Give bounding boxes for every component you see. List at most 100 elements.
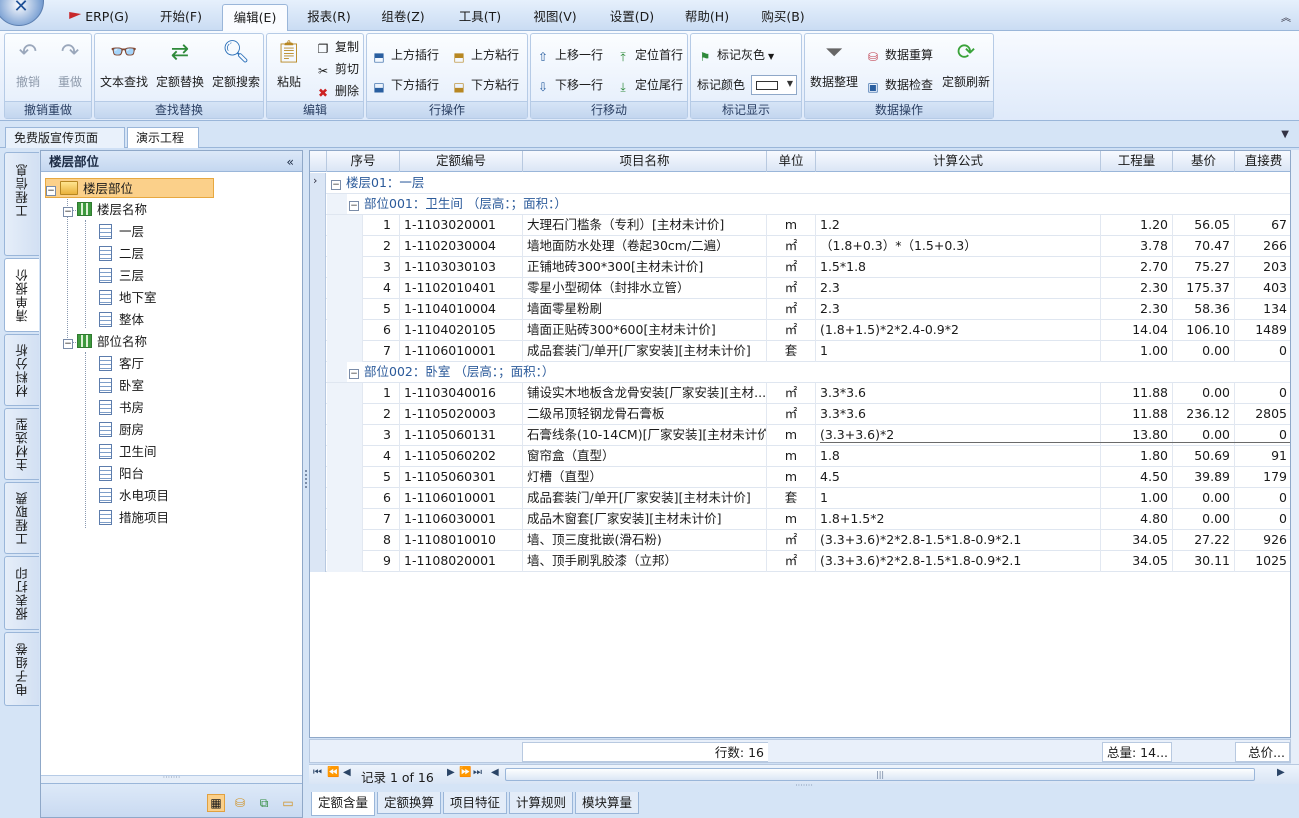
cell-formula[interactable]: 1.8+1.5*2	[816, 509, 1101, 530]
side-tab-bill-quote[interactable]: 清单报价	[4, 258, 39, 332]
tree-part-item[interactable]: 水电项目	[99, 486, 169, 506]
paste-button[interactable]: 📋︎ 粘贴	[271, 37, 307, 90]
tree-floor-item[interactable]: 三层	[99, 266, 144, 286]
collapse-node-icon[interactable]: −	[63, 339, 73, 349]
cell-formula[interactable]: (3.3+3.6)*2	[816, 425, 1101, 446]
side-tab-project-info[interactable]: 工程信息	[4, 152, 39, 256]
side-tab-main-material[interactable]: 主材选型	[4, 408, 39, 480]
insert-above-button[interactable]: ⬒ 上方插行	[371, 45, 439, 65]
menu-settings[interactable]: 设置(D)	[599, 6, 665, 28]
collapse-node-icon[interactable]: −	[63, 207, 73, 217]
cell-formula[interactable]: 1	[816, 488, 1101, 509]
tree-floor-item[interactable]: 地下室	[99, 288, 157, 308]
side-tab-fees[interactable]: 工程取费	[4, 482, 39, 554]
redo-button[interactable]: ↷ 重做	[51, 37, 89, 90]
part-group-label[interactable]: − 部位002：卧室 （层高：；面积：）	[349, 362, 554, 383]
horizontal-scrollbar[interactable]: |||	[505, 768, 1255, 781]
tree-floor-item[interactable]: 一层	[99, 222, 144, 242]
tab-promo-page[interactable]: 免费版宣传页面	[5, 127, 125, 148]
header-qty[interactable]: 工程量	[1101, 151, 1173, 172]
cell-formula[interactable]: 2.3	[816, 278, 1101, 299]
data-organize-button[interactable]: ⏷ 数据整理	[807, 37, 861, 90]
header-name[interactable]: 项目名称	[523, 151, 767, 172]
table-row[interactable]: 9 1-1108020001 墙、顶手刷乳胶漆（立邦）㎡ (3.3+3.6)*2*2.…	[310, 551, 1290, 572]
table-row[interactable]: 4 1-1102010401 零星小型砌体（封排水立管）㎡ 2.3 2.30 175.37…	[310, 278, 1290, 299]
table-row[interactable]: 6 1-1104020105 墙面正贴砖300*600[主材未计价] ㎡ (1.8+1.…	[310, 320, 1290, 341]
quota-refresh-button[interactable]: ⟳ 定额刷新	[939, 37, 993, 90]
view-grid-icon[interactable]: ▦	[207, 794, 225, 812]
table-row[interactable]: 4 1-1105060202 窗帘盒（直型） m 1.8 1.80 50.69 91	[310, 446, 1290, 467]
header-unit[interactable]: 单位	[767, 151, 816, 172]
menu-report[interactable]: 报表(R)	[296, 6, 362, 28]
tree-root[interactable]: − 楼层部位	[45, 178, 215, 198]
tree-part-item[interactable]: 客厅	[99, 354, 144, 374]
cell-formula[interactable]: 1.2	[816, 215, 1101, 236]
header-price[interactable]: 基价	[1173, 151, 1235, 172]
table-row[interactable]: 8 1-1108010010 墙、顶三度批嵌(滑石粉) ㎡ (3.3+3.6)*2*2.…	[310, 530, 1290, 551]
menu-view[interactable]: 视图(V)	[522, 6, 588, 28]
header-formula[interactable]: 计算公式	[816, 151, 1101, 172]
tab-demo-project[interactable]: 演示工程1	[127, 127, 199, 165]
table-row[interactable]: 2 1-1105020003 二级吊顶轻钢龙骨石膏板㎡ 3.3*3.6 11.88 236…	[310, 404, 1290, 425]
table-row[interactable]: 2 1-1102030004 墙地面防水处理（卷起30cm/二遍）㎡（1.8+0.3…	[310, 236, 1290, 257]
data-recalc-button[interactable]: ⛁ 数据重算	[865, 45, 933, 65]
collapse-node-icon[interactable]: −	[349, 369, 359, 379]
insert-below-button[interactable]: ⬓ 下方插行	[371, 75, 439, 95]
tree-floor-item[interactable]: 二层	[99, 244, 144, 264]
side-tab-material-analysis[interactable]: 材料分析	[4, 334, 39, 406]
tree-part-item[interactable]: 阳台	[99, 464, 144, 484]
collapse-node-icon[interactable]: −	[331, 180, 341, 190]
ribbon-collapse-icon[interactable]: ︽	[1281, 9, 1291, 24]
cell-formula[interactable]: (3.3+3.6)*2*2.8-1.5*1.8-0.9*2.1	[816, 530, 1101, 551]
tab-item-features[interactable]: 项目特征	[443, 792, 507, 814]
part-group-row[interactable]: − 部位001：卫生间 （层高：；面积：）	[310, 194, 1290, 215]
table-row[interactable]: 1 1-1103040016 铺设实木地板含龙骨安装[厂家安装][主材... ㎡ 3.3…	[310, 383, 1290, 404]
table-row[interactable]: 7 1-1106010001 成品套装门/单开[厂家安装][主材未计价] 套 1 1.00…	[310, 341, 1290, 362]
move-up-button[interactable]: ⇧ 上移一行	[535, 45, 603, 65]
tree-part-item[interactable]: 卧室	[99, 376, 144, 396]
bottom-splitter[interactable]: ·······	[309, 782, 1299, 792]
tree-view-icon[interactable]: ⧉	[255, 794, 273, 812]
side-tab-print[interactable]: 报表打印	[4, 556, 39, 630]
header-seq[interactable]: 序号	[327, 151, 400, 172]
cell-formula[interactable]: 1.5*1.8	[816, 257, 1101, 278]
cell-formula[interactable]: 1.8	[816, 446, 1101, 467]
first-record-icon[interactable]: ⏮	[313, 767, 322, 778]
table-row[interactable]: 3 1-1105060131 石膏线条(10-14CM)[厂家安装][主材未计价] m…	[310, 425, 1290, 446]
menu-tools[interactable]: 工具(T)	[447, 6, 513, 28]
floor-group-row[interactable]: › − 楼层01：一层	[310, 173, 1290, 194]
part-group-row[interactable]: − 部位002：卧室 （层高：；面积：）	[310, 362, 1290, 383]
move-down-button[interactable]: ⇩ 下移一行	[535, 75, 603, 95]
mark-color-picker[interactable]: ▼	[751, 75, 797, 95]
prev-page-icon[interactable]: ⏪	[327, 767, 339, 778]
undo-button[interactable]: ↶ 撤销	[9, 37, 47, 90]
last-record-icon[interactable]: ⏭	[473, 767, 482, 778]
menu-start[interactable]: 开始(F)	[148, 6, 214, 28]
prev-record-icon[interactable]: ◀	[343, 767, 351, 778]
table-row[interactable]: 5 1-1105060301 灯槽（直型） m 4.5 4.50 39.89 179	[310, 467, 1290, 488]
table-row[interactable]: 1 1-1103020001 大理石门槛条（专利）[主材未计价] m 1.2 1.20 56…	[310, 215, 1290, 236]
quota-replace-button[interactable]: ⇄ 定额替换	[153, 37, 207, 90]
menu-edit[interactable]: 编辑(E)	[222, 4, 288, 31]
cell-formula[interactable]: 4.5	[816, 467, 1101, 488]
goto-first-button[interactable]: ⤒ 定位首行	[615, 45, 683, 65]
table-row[interactable]: 5 1-1104010004 墙面零星粉刷㎡ 2.3 2.30 58.36 134	[310, 299, 1290, 320]
table-row[interactable]: 6 1-1106010001 成品套装门/单开[厂家安装][主材未计价] 套 1 1.00…	[310, 488, 1290, 509]
tree-part-item[interactable]: 厨房	[99, 420, 144, 440]
database-icon[interactable]: ⛁	[231, 794, 249, 812]
tree-floor-item[interactable]: 整体	[99, 310, 144, 330]
folder-icon[interactable]: ▭	[279, 794, 297, 812]
collapse-node-icon[interactable]: −	[349, 201, 359, 211]
paste-above-button[interactable]: ⬒ 上方粘行	[451, 45, 519, 65]
tree-part-item[interactable]: 书房	[99, 398, 144, 418]
cell-formula[interactable]: (1.8+1.5)*2*2.4-0.9*2	[816, 320, 1101, 341]
next-record-icon[interactable]: ▶	[447, 767, 455, 778]
menu-buy[interactable]: 购买(B)	[750, 6, 816, 28]
table-row[interactable]: 3 1-1103030103 正铺地砖300*300[主材未计价] ㎡ 1.5*1.8 2…	[310, 257, 1290, 278]
panel-splitter[interactable]: ·······	[41, 774, 302, 783]
cut-button[interactable]: ✂ 剪切	[315, 59, 359, 79]
tree-part-item[interactable]: 措施项目	[99, 508, 169, 528]
copy-button[interactable]: ❐ 复制	[315, 37, 359, 57]
cell-formula[interactable]: 3.3*3.6	[816, 404, 1101, 425]
collapse-node-icon[interactable]: −	[46, 186, 56, 196]
